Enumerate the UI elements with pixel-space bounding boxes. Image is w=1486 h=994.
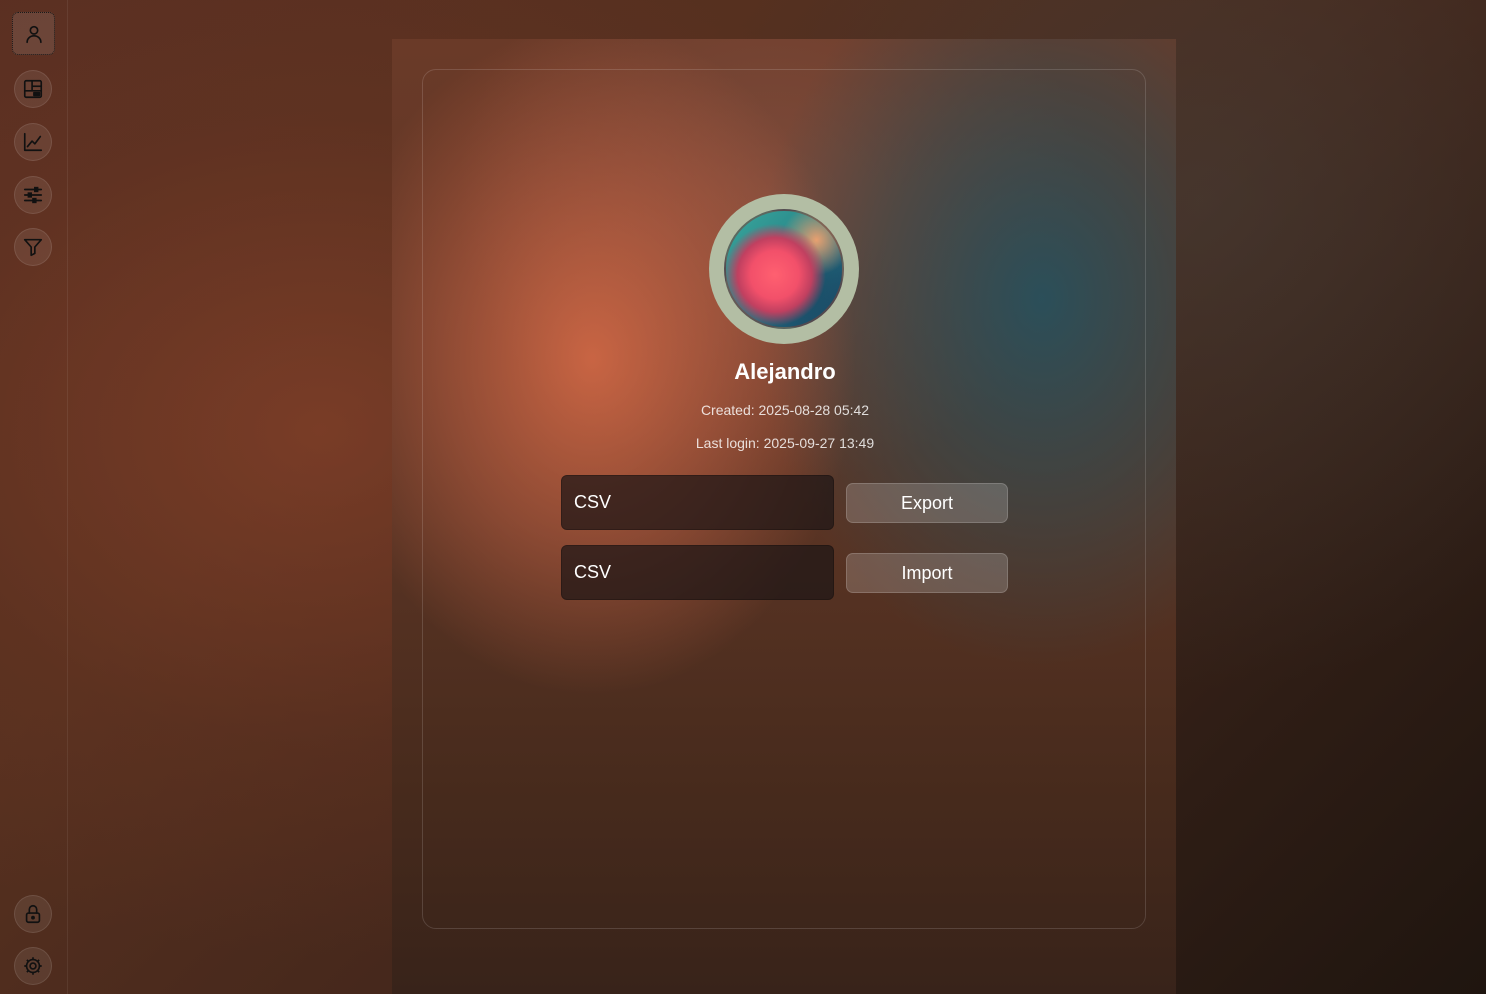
nav-profile-button[interactable] [12,12,55,55]
profile-card: Alejandro Created: 2025-08-28 05:42 Last… [422,69,1146,929]
avatar-image [724,209,844,329]
last-login-timestamp: Last login: 2025-09-27 13:49 [695,435,875,451]
export-format-input[interactable] [561,475,834,530]
nav-filter-button[interactable] [14,228,52,266]
gear-icon [24,957,42,975]
user-icon [25,25,42,43]
sliders-icon [23,186,43,204]
nav-analytics-button[interactable] [14,123,52,161]
sidebar [0,0,68,994]
line-chart-icon [23,132,43,152]
created-timestamp: Created: 2025-08-28 05:42 [700,402,870,418]
avatar [709,194,859,344]
import-button[interactable]: Import [846,553,1008,593]
main-panel: Alejandro Created: 2025-08-28 05:42 Last… [392,39,1176,994]
dashboard-icon [23,79,43,99]
nav-settings-sliders-button[interactable] [14,176,52,214]
profile-name: Alejandro [734,359,836,384]
nav-gear-button[interactable] [14,947,52,985]
lock-icon [25,904,41,924]
nav-lock-button[interactable] [14,895,52,933]
nav-dashboard-button[interactable] [14,70,52,108]
import-format-input[interactable] [561,545,834,600]
export-button[interactable]: Export [846,483,1008,523]
filter-icon [23,238,43,257]
